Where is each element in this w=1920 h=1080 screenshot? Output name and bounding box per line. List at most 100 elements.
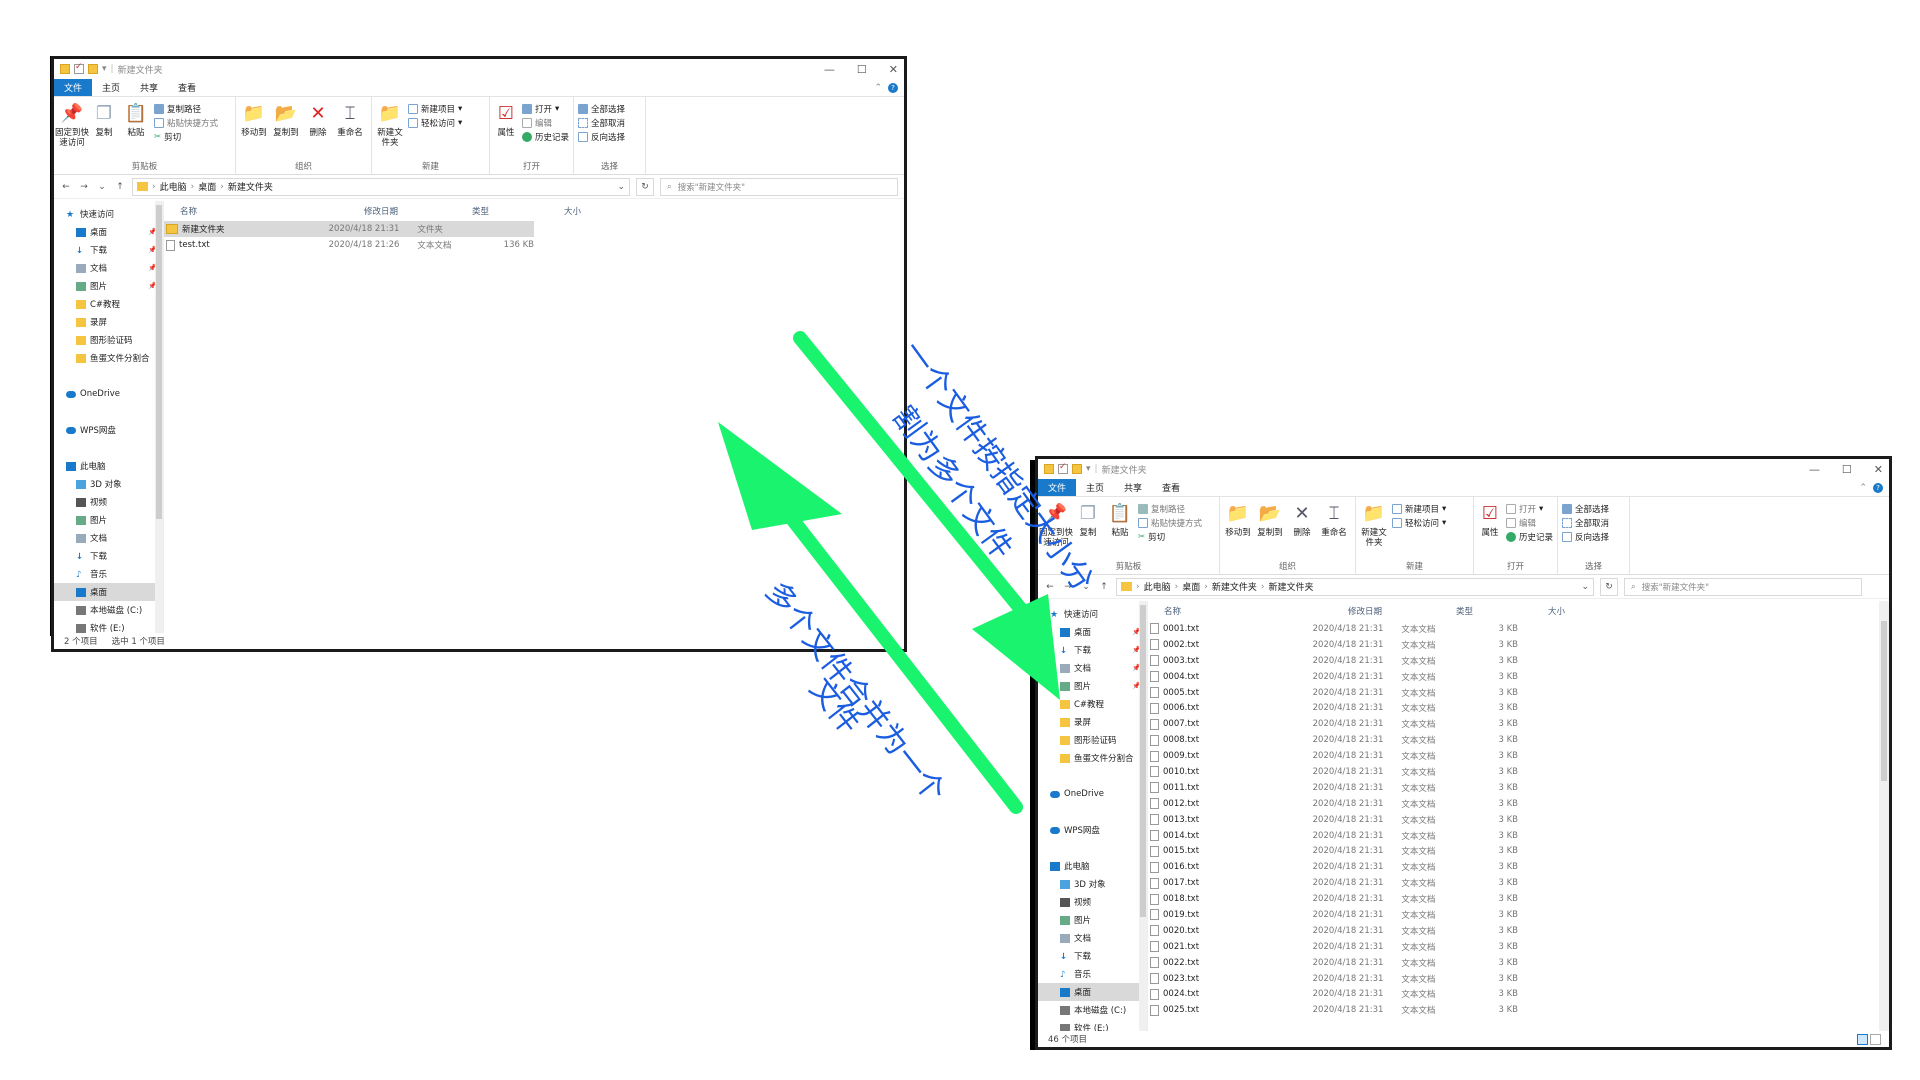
- table-row[interactable]: 0001.txt 2020/4/18 21:31 文本文档 3 KB: [1148, 621, 1518, 637]
- table-row[interactable]: 0002.txt 2020/4/18 21:31 文本文档 3 KB: [1148, 637, 1518, 653]
- nav-item[interactable]: 图形验证码: [54, 331, 163, 349]
- table-row[interactable]: 0022.txt 2020/4/18 21:31 文本文档 3 KB: [1148, 955, 1518, 971]
- nav-item[interactable]: 3D 对象: [1038, 875, 1147, 893]
- tab-share[interactable]: 共享: [130, 79, 168, 96]
- rename-button[interactable]: ⌶ 重命名: [1320, 499, 1348, 560]
- address-bar[interactable]: › 此电脑 › 桌面 › 新建文件夹 ⌄: [132, 177, 630, 196]
- column-name[interactable]: 名称: [164, 205, 364, 217]
- tab-file[interactable]: 文件: [1038, 479, 1077, 496]
- nav-item[interactable]: WPS网盘: [1038, 821, 1147, 839]
- nav-item[interactable]: 鱼蛋文件分割合: [54, 349, 163, 367]
- nav-item[interactable]: 图片 📌: [54, 277, 163, 295]
- nav-item[interactable]: 3D 对象: [54, 475, 163, 493]
- nav-item[interactable]: ↓ 下载 📌: [54, 241, 163, 259]
- table-row[interactable]: 0018.txt 2020/4/18 21:31 文本文档 3 KB: [1148, 891, 1518, 907]
- cut-button[interactable]: ✂ 剪切: [1138, 531, 1202, 543]
- refresh-icon[interactable]: ↻: [636, 177, 654, 196]
- nav-item[interactable]: ♪ 音乐: [1038, 965, 1147, 983]
- breadcrumb[interactable]: 新建文件夹: [1212, 580, 1257, 593]
- table-row[interactable]: 0019.txt 2020/4/18 21:31 文本文档 3 KB: [1148, 907, 1518, 923]
- nav-item[interactable]: C#教程: [1038, 695, 1147, 713]
- new-folder-button[interactable]: 📁 新建文件夹: [1360, 499, 1388, 560]
- forward-icon[interactable]: →: [78, 182, 90, 192]
- invert-selection-button[interactable]: 反向选择: [578, 131, 625, 143]
- nav-item[interactable]: 图片: [54, 511, 163, 529]
- table-row[interactable]: 0009.txt 2020/4/18 21:31 文本文档 3 KB: [1148, 748, 1518, 764]
- nav-item[interactable]: 本地磁盘 (C:): [54, 601, 163, 619]
- properties-quick-icon[interactable]: [74, 62, 84, 74]
- table-row[interactable]: 0015.txt 2020/4/18 21:31 文本文档 3 KB: [1148, 843, 1518, 859]
- table-row[interactable]: 0017.txt 2020/4/18 21:31 文本文档 3 KB: [1148, 875, 1518, 891]
- nav-item[interactable]: C#教程: [54, 295, 163, 313]
- table-row[interactable]: 0020.txt 2020/4/18 21:31 文本文档 3 KB: [1148, 923, 1518, 939]
- history-button[interactable]: 历史记录: [1505, 531, 1553, 543]
- nav-item[interactable]: OneDrive: [54, 385, 163, 403]
- paste-shortcut-button[interactable]: 粘贴快捷方式: [154, 117, 218, 129]
- breadcrumb[interactable]: 新建文件夹: [1268, 580, 1313, 593]
- nav-item[interactable]: 文档 📌: [1038, 659, 1147, 677]
- nav-item[interactable]: ↓ 下载: [54, 547, 163, 565]
- nav-item[interactable]: 桌面 📌: [54, 223, 163, 241]
- cut-button[interactable]: ✂ 剪切: [154, 131, 218, 143]
- properties-button[interactable]: ☑ 属性: [494, 99, 518, 160]
- column-type[interactable]: 类型: [1456, 605, 1548, 617]
- nav-scrollbar[interactable]: [155, 201, 163, 649]
- recent-dropdown-icon[interactable]: ⌄: [96, 182, 108, 192]
- column-size[interactable]: 大小: [1548, 605, 1598, 617]
- delete-button[interactable]: ✕ 删除: [1288, 499, 1316, 560]
- tab-view[interactable]: 查看: [168, 79, 206, 96]
- edit-button[interactable]: 编辑: [1505, 517, 1553, 529]
- nav-item[interactable]: 文档: [1038, 929, 1147, 947]
- copy-path-button[interactable]: 复制路径: [1138, 503, 1202, 515]
- new-folder-quick-icon[interactable]: [1072, 464, 1082, 474]
- new-folder-button[interactable]: 📁 新建文件夹: [376, 99, 404, 160]
- table-row[interactable]: 0005.txt 2020/4/18 21:31 文本文档 3 KB: [1148, 685, 1518, 701]
- breadcrumb[interactable]: 此电脑: [160, 180, 187, 193]
- select-none-button[interactable]: 全部取消: [1562, 517, 1609, 529]
- breadcrumb[interactable]: 新建文件夹: [228, 180, 273, 193]
- nav-item[interactable]: 桌面: [54, 583, 163, 601]
- tab-home[interactable]: 主页: [92, 79, 130, 96]
- nav-item[interactable]: WPS网盘: [54, 421, 163, 439]
- nav-item[interactable]: 桌面: [1038, 983, 1147, 1001]
- open-button[interactable]: 打开 ▾: [521, 103, 569, 115]
- maximize-icon[interactable]: ☐: [1842, 463, 1852, 476]
- column-date[interactable]: 修改日期: [364, 205, 472, 217]
- dropdown-icon[interactable]: ▾: [102, 64, 107, 74]
- nav-item[interactable]: 视频: [54, 493, 163, 511]
- large-icons-view-icon[interactable]: [1870, 1034, 1881, 1045]
- nav-item[interactable]: 鱼蛋文件分割合: [1038, 749, 1147, 767]
- easy-access-button[interactable]: 轻松访问 ▾: [1392, 517, 1446, 529]
- chevron-down-icon[interactable]: ⌄: [1581, 582, 1589, 592]
- search-input[interactable]: ⌕ 搜索"新建文件夹": [1624, 577, 1862, 596]
- table-row[interactable]: 0011.txt 2020/4/18 21:31 文本文档 3 KB: [1148, 780, 1518, 796]
- nav-item[interactable]: 视频: [1038, 893, 1147, 911]
- nav-scrollbar[interactable]: [1139, 601, 1147, 1047]
- table-row[interactable]: test.txt 2020/4/18 21:26 文本文档 136 KB: [164, 237, 534, 253]
- open-button[interactable]: 打开 ▾: [1505, 503, 1553, 515]
- forward-icon[interactable]: →: [1062, 582, 1074, 592]
- table-row[interactable]: 0025.txt 2020/4/18 21:31 文本文档 3 KB: [1148, 1002, 1518, 1018]
- help-icon[interactable]: ?: [888, 82, 898, 93]
- nav-item[interactable]: 桌面 📌: [1038, 623, 1147, 641]
- dropdown-icon[interactable]: ▾: [1086, 464, 1091, 474]
- nav-item[interactable]: 文档: [54, 529, 163, 547]
- nav-item[interactable]: 图形验证码: [1038, 731, 1147, 749]
- breadcrumb[interactable]: 此电脑: [1144, 580, 1171, 593]
- nav-item[interactable]: 图片 📌: [1038, 677, 1147, 695]
- tab-file[interactable]: 文件: [54, 79, 93, 96]
- minimize-icon[interactable]: —: [824, 63, 835, 76]
- column-size[interactable]: 大小: [564, 205, 614, 217]
- move-to-button[interactable]: 📁 移动到: [240, 99, 268, 160]
- up-icon[interactable]: ↑: [114, 182, 126, 192]
- properties-quick-icon[interactable]: [1058, 462, 1068, 474]
- table-row[interactable]: 0023.txt 2020/4/18 21:31 文本文档 3 KB: [1148, 971, 1518, 987]
- nav-item[interactable]: ★ 快速访问: [1038, 605, 1147, 623]
- column-date[interactable]: 修改日期: [1348, 605, 1456, 617]
- nav-item[interactable]: ↓ 下载: [1038, 947, 1147, 965]
- copy-to-button[interactable]: 📂 复制到: [1256, 499, 1284, 560]
- copy-button[interactable]: ❐ 复制: [90, 99, 118, 160]
- back-icon[interactable]: ←: [1044, 582, 1056, 592]
- paste-button[interactable]: 📋 粘贴: [1106, 499, 1134, 560]
- chevron-down-icon[interactable]: ⌄: [617, 182, 625, 192]
